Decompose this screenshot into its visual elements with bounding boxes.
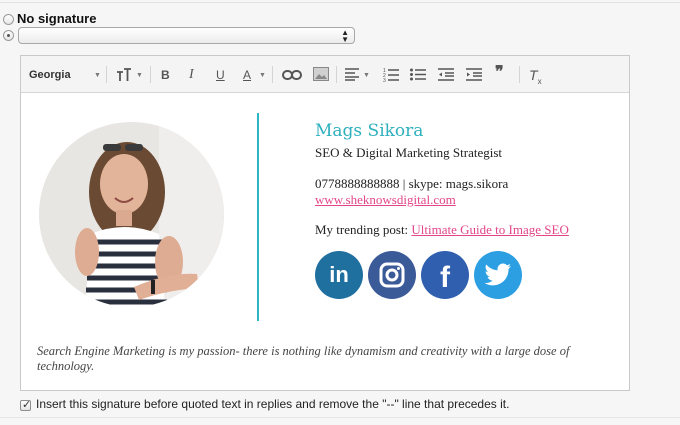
align-icon[interactable] (345, 68, 359, 84)
insert-before-quoted-label: Insert this signature before quoted text… (36, 397, 510, 411)
signature-radio[interactable] (3, 30, 14, 41)
bold-icon[interactable]: B (161, 68, 170, 82)
link-icon[interactable] (282, 69, 302, 84)
italic-icon[interactable]: I (189, 68, 194, 82)
chevron-down-icon: ▼ (136, 72, 143, 79)
indent-more-icon[interactable] (466, 68, 482, 84)
text-size-icon[interactable] (116, 68, 132, 85)
insert-before-quoted-checkbox[interactable] (20, 398, 31, 411)
no-signature-label: No signature (17, 11, 97, 26)
trending-post-prefix: My trending post: (315, 222, 412, 237)
toolbar-divider (272, 66, 273, 83)
top-divider (0, 2, 680, 3)
toolbar-divider (150, 66, 151, 83)
formatting-toolbar: Georgia ▼ ▼ B I U A ▼ ▼ 123 ❞ Tx (21, 56, 629, 93)
signature-editor[interactable]: Georgia ▼ ▼ B I U A ▼ ▼ 123 ❞ Tx Mags Si… (20, 55, 630, 391)
toolbar-divider (106, 66, 107, 83)
signature-content[interactable]: Mags Sikora SEO & Digital Marketing Stra… (21, 93, 629, 390)
font-family-dropdown[interactable]: Georgia (29, 68, 71, 82)
bottom-divider (0, 417, 680, 418)
linkedin-icon[interactable]: in (315, 251, 363, 299)
signature-select[interactable]: ▲ ▼ (18, 27, 355, 44)
image-icon[interactable] (313, 67, 329, 84)
facebook-icon[interactable]: f (421, 251, 469, 299)
remove-formatting-icon[interactable]: Tx (529, 68, 542, 89)
toolbar-divider (336, 66, 337, 83)
trending-post-link[interactable]: Ultimate Guide to Image SEO (411, 222, 568, 237)
select-arrows-icon: ▲ ▼ (341, 28, 349, 44)
signature-website-link[interactable]: www.sheknowsdigital.com (315, 192, 456, 208)
signature-contact: 0778888888888 | skype: mags.sikora (315, 176, 509, 191)
no-signature-radio[interactable] (3, 14, 14, 25)
svg-text:3: 3 (383, 78, 386, 82)
bulleted-list-icon[interactable] (410, 68, 426, 84)
toolbar-divider (519, 66, 520, 83)
underline-icon[interactable]: U (216, 68, 225, 82)
profile-photo (39, 122, 224, 307)
signature-name: Mags Sikora (315, 121, 424, 141)
signature-title: SEO & Digital Marketing Strategist (315, 145, 503, 160)
instagram-icon[interactable] (368, 251, 416, 299)
chevron-down-icon: ▼ (94, 72, 101, 79)
chevron-down-icon: ▼ (363, 72, 370, 79)
signature-quote: Search Engine Marketing is my passion- t… (37, 344, 570, 373)
numbered-list-icon[interactable]: 123 (383, 67, 399, 85)
twitter-icon[interactable] (474, 251, 522, 299)
quote-icon[interactable]: ❞ (495, 65, 504, 81)
indent-less-icon[interactable] (438, 68, 454, 84)
accent-divider (257, 113, 259, 321)
chevron-down-icon: ▼ (259, 72, 266, 79)
trending-post-line: My trending post: Ultimate Guide to Imag… (315, 222, 569, 238)
text-color-icon[interactable]: A (243, 68, 251, 82)
